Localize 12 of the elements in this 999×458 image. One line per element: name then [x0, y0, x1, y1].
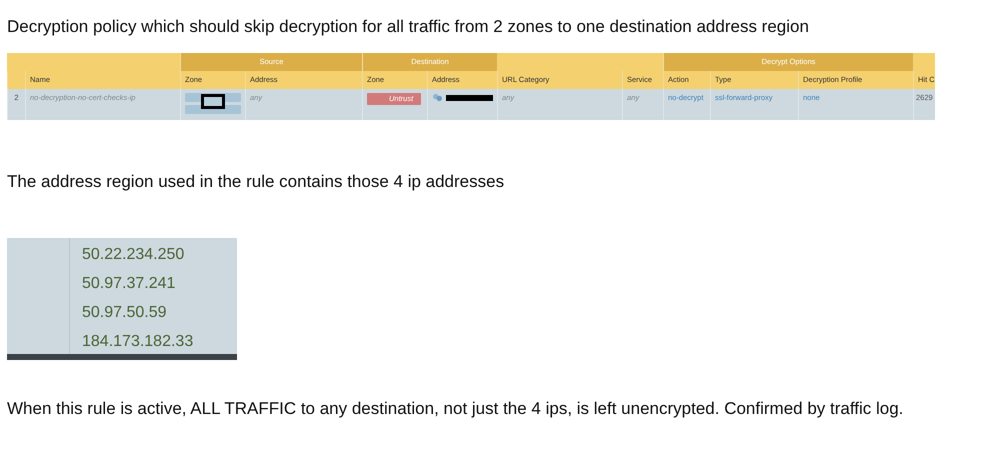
- ip-address: 50.97.37.241: [82, 274, 176, 294]
- paragraph: When this rule is active, ALL TRAFFIC to any destination, not just the 4 ips, is left unencrypted. Confirmed by traffic log.: [7, 399, 904, 419]
- header-cell: [7, 71, 25, 89]
- paragraph: Decryption policy which should skip decryption for all traffic from 2 zones to one destination address region: [7, 16, 810, 38]
- ip-address: 50.97.50.59: [82, 303, 168, 323]
- ip-address: 184.173.182.33: [82, 332, 194, 352]
- header-cell: [913, 53, 935, 71]
- redaction-box: [201, 94, 225, 109]
- ip-address: 50.22.234.250: [82, 245, 186, 265]
- network-icon: [432, 93, 443, 102]
- paragraph: The address region used in the rule contains those 4 ip addresses: [7, 172, 506, 193]
- redaction-bar: [446, 95, 493, 101]
